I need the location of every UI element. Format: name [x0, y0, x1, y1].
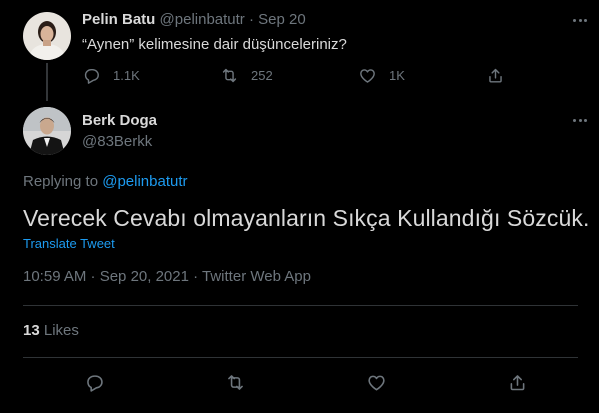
parent-tweet[interactable]: Pelin Batu @pelinbatutr · Sep 20 “Aynen”…: [0, 0, 599, 101]
more-icon[interactable]: [570, 13, 590, 27]
tweet-timestamp[interactable]: 10:59 AM · Sep 20, 2021 · Twitter Web Ap…: [23, 268, 311, 285]
author-name[interactable]: Berk Doga: [82, 112, 157, 129]
share-icon: [510, 374, 524, 390]
like-button[interactable]: 1K: [358, 64, 405, 86]
share-button[interactable]: [505, 370, 529, 394]
reply-count: 1.1K: [113, 67, 140, 83]
heart-icon: [360, 68, 375, 83]
more-icon[interactable]: [570, 113, 590, 127]
divider: [23, 305, 578, 306]
likes-label: Likes: [43, 322, 79, 339]
share-button[interactable]: [486, 64, 505, 86]
avatar[interactable]: [23, 12, 71, 60]
reply-icon: [86, 374, 103, 392]
retweet-icon: [222, 68, 237, 82]
retweet-icon: [227, 374, 243, 390]
likes-summary[interactable]: 13 Likes: [23, 322, 79, 339]
tweet-thread: Pelin Batu @pelinbatutr · Sep 20 “Aynen”…: [0, 0, 599, 413]
parent-tweet-header: Pelin Batu @pelinbatutr · Sep 20: [82, 11, 306, 31]
divider: [23, 357, 578, 358]
reply-button[interactable]: 1.1K: [82, 64, 140, 86]
likes-count: 13: [23, 322, 40, 339]
separator: ·: [248, 11, 254, 28]
share-icon: [489, 68, 502, 83]
translate-tweet-link[interactable]: Translate Tweet: [23, 236, 115, 251]
main-tweet-actions: [0, 370, 599, 394]
retweet-button[interactable]: 252: [220, 64, 273, 86]
replying-prefix: Replying to: [23, 173, 103, 190]
main-tweet-text: Verecek Cevabı olmayanların Sıkça Kullan…: [23, 205, 590, 231]
reply-button[interactable]: [82, 370, 106, 394]
tweet-date[interactable]: Sep 20: [258, 11, 306, 28]
heart-icon: [367, 375, 385, 390]
avatar[interactable]: [23, 107, 71, 155]
replying-to: Replying to @pelinbatutr: [23, 173, 188, 190]
avatar-image: [23, 12, 71, 60]
retweet-count: 252: [251, 67, 273, 83]
parent-tweet-text: “Aynen” kelimesine dair düşünceleriniz?: [82, 36, 347, 53]
author-name[interactable]: Pelin Batu: [82, 11, 155, 28]
author-handle[interactable]: @83Berkk: [82, 133, 152, 150]
author-handle[interactable]: @pelinbatutr: [160, 11, 245, 28]
reply-icon: [84, 68, 99, 84]
avatar-image: [23, 107, 71, 155]
like-count: 1K: [389, 67, 405, 83]
thread-connector-line: [46, 63, 48, 101]
parent-tweet-actions: 1.1K 252 1K: [82, 64, 522, 86]
like-button[interactable]: [364, 370, 388, 394]
replying-to-link[interactable]: @pelinbatutr: [102, 173, 187, 190]
retweet-button[interactable]: [223, 370, 247, 394]
